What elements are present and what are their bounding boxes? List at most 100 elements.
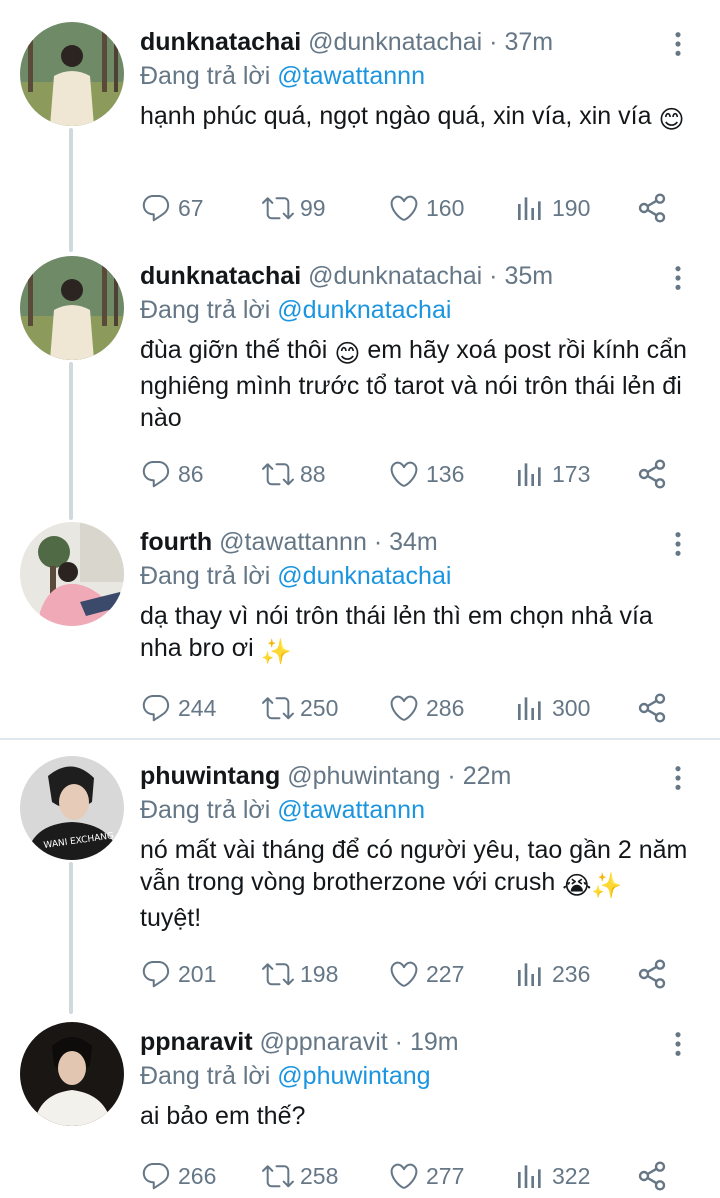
tweet-text-content: hạnh phúc quá, ngọt ngào quá, xin vía, x… <box>140 102 652 130</box>
username[interactable]: @dunknatachai <box>308 28 482 56</box>
mention-link[interactable]: @phuwintang <box>277 1062 430 1090</box>
retweet-button[interactable]: 198 <box>262 954 338 994</box>
like-button[interactable]: 286 <box>388 688 464 728</box>
share-button[interactable] <box>636 688 674 728</box>
avatar[interactable] <box>20 1022 124 1126</box>
like-count: 286 <box>426 694 465 721</box>
like-button[interactable]: 277 <box>388 1156 464 1196</box>
avatar[interactable] <box>20 256 124 360</box>
replying-to: Đang trả lời @tawattannn <box>140 792 425 828</box>
views-button[interactable]: 190 <box>514 188 590 228</box>
separator-dot: · <box>489 262 498 290</box>
like-button[interactable]: 227 <box>388 954 464 994</box>
avatar[interactable]: WANI EXCHANG <box>20 756 124 860</box>
replying-to-label: Đang trả lời <box>140 562 271 590</box>
reply-count: 67 <box>178 194 204 221</box>
username[interactable]: @tawattannn <box>219 528 367 556</box>
replying-to: Đang trả lời @dunknatachai <box>140 292 451 328</box>
like-icon <box>388 192 420 224</box>
tweet-header: dunknatachai @dunknatachai · 35m <box>140 256 553 296</box>
sparkles-emoji: ✨ <box>260 638 292 666</box>
tweet[interactable]: WANI EXCHANG phuwintang @phuwintang · 22… <box>0 756 720 1006</box>
more-options-icon[interactable] <box>664 764 692 792</box>
username[interactable]: @dunknatachai <box>308 262 482 290</box>
separator-dot: · <box>394 1028 403 1056</box>
avatar[interactable] <box>20 522 124 626</box>
timestamp[interactable]: 19m <box>410 1028 459 1056</box>
share-icon <box>636 692 668 724</box>
timestamp[interactable]: 35m <box>504 262 553 290</box>
views-button[interactable]: 236 <box>514 954 590 994</box>
more-options-icon[interactable] <box>664 264 692 292</box>
timestamp[interactable]: 22m <box>463 762 512 790</box>
display-name[interactable]: dunknatachai <box>140 28 301 56</box>
views-button[interactable]: 300 <box>514 688 590 728</box>
views-count: 236 <box>552 960 591 987</box>
retweet-button[interactable]: 250 <box>262 688 338 728</box>
share-button[interactable] <box>636 1156 674 1196</box>
views-count: 173 <box>552 460 591 487</box>
retweet-button[interactable]: 88 <box>262 454 326 494</box>
mention-link[interactable]: @tawattannn <box>277 62 425 90</box>
tweet[interactable]: fourth @tawattannn · 34m Đang trả lời @d… <box>0 522 720 732</box>
retweet-icon <box>262 1160 294 1192</box>
like-count: 160 <box>426 194 465 221</box>
like-button[interactable]: 136 <box>388 454 464 494</box>
username[interactable]: @ppnaravit <box>259 1028 387 1056</box>
more-options-icon[interactable] <box>664 530 692 558</box>
avatar[interactable] <box>20 22 124 126</box>
separator-dot: · <box>489 28 498 56</box>
retweet-button[interactable]: 258 <box>262 1156 338 1196</box>
tweet[interactable]: dunknatachai @dunknatachai · 37m Đang tr… <box>0 22 720 242</box>
tweet[interactable]: dunknatachai @dunknatachai · 35m Đang tr… <box>0 256 720 506</box>
thread-separator <box>0 738 720 740</box>
share-button[interactable] <box>636 454 674 494</box>
reply-icon <box>140 958 172 990</box>
separator-dot: · <box>373 528 383 556</box>
timestamp[interactable]: 37m <box>504 28 553 56</box>
reply-icon <box>140 1160 172 1192</box>
retweet-icon <box>262 192 294 224</box>
display-name[interactable]: phuwintang <box>140 762 280 790</box>
tweet-text-content: ai bảo em thế? <box>140 1102 306 1130</box>
display-name[interactable]: dunknatachai <box>140 262 301 290</box>
reply-button[interactable]: 201 <box>140 954 216 994</box>
views-button[interactable]: 173 <box>514 454 590 494</box>
retweet-icon <box>262 458 294 490</box>
timestamp[interactable]: 34m <box>389 528 438 556</box>
mention-link[interactable]: @dunknatachai <box>277 562 451 590</box>
views-button[interactable]: 322 <box>514 1156 590 1196</box>
retweet-count: 88 <box>300 460 326 487</box>
like-icon <box>388 958 420 990</box>
username[interactable]: @phuwintang <box>287 762 440 790</box>
reply-button[interactable]: 244 <box>140 688 216 728</box>
share-button[interactable] <box>636 954 674 994</box>
views-count: 190 <box>552 194 591 221</box>
display-name[interactable]: fourth <box>140 528 212 556</box>
reply-button[interactable]: 266 <box>140 1156 216 1196</box>
retweet-count: 198 <box>300 960 339 987</box>
tweet-header: dunknatachai @dunknatachai · 37m <box>140 22 553 62</box>
tweet-text-content: dạ thay vì nói trôn thái lẻn thì em chọn… <box>140 602 653 662</box>
mention-link[interactable]: @dunknatachai <box>277 296 451 324</box>
like-icon <box>388 458 420 490</box>
like-button[interactable]: 160 <box>388 188 464 228</box>
mention-link[interactable]: @tawattannn <box>277 796 425 824</box>
views-count: 300 <box>552 694 591 721</box>
more-options-icon[interactable] <box>664 1030 692 1058</box>
reply-count: 266 <box>178 1162 217 1189</box>
retweet-button[interactable]: 99 <box>262 188 326 228</box>
share-button[interactable] <box>636 188 674 228</box>
action-bar: 244 250 286 300 <box>140 688 700 728</box>
tweet-text: nó mất vài tháng để có người yêu, tao gầ… <box>140 834 690 934</box>
smile-emoji: 😊 <box>334 340 361 368</box>
replying-to: Đang trả lời @tawattannn <box>140 58 425 94</box>
tweet-text: dạ thay vì nói trôn thái lẻn thì em chọn… <box>140 600 690 668</box>
replying-to-label: Đang trả lời <box>140 62 271 90</box>
reply-button[interactable]: 86 <box>140 454 204 494</box>
tweet[interactable]: ppnaravit @ppnaravit · 19m Đang trả lời … <box>0 1022 720 1198</box>
display-name[interactable]: ppnaravit <box>140 1028 253 1056</box>
reply-button[interactable]: 67 <box>140 188 204 228</box>
more-options-icon[interactable] <box>664 30 692 58</box>
reply-icon <box>140 458 172 490</box>
